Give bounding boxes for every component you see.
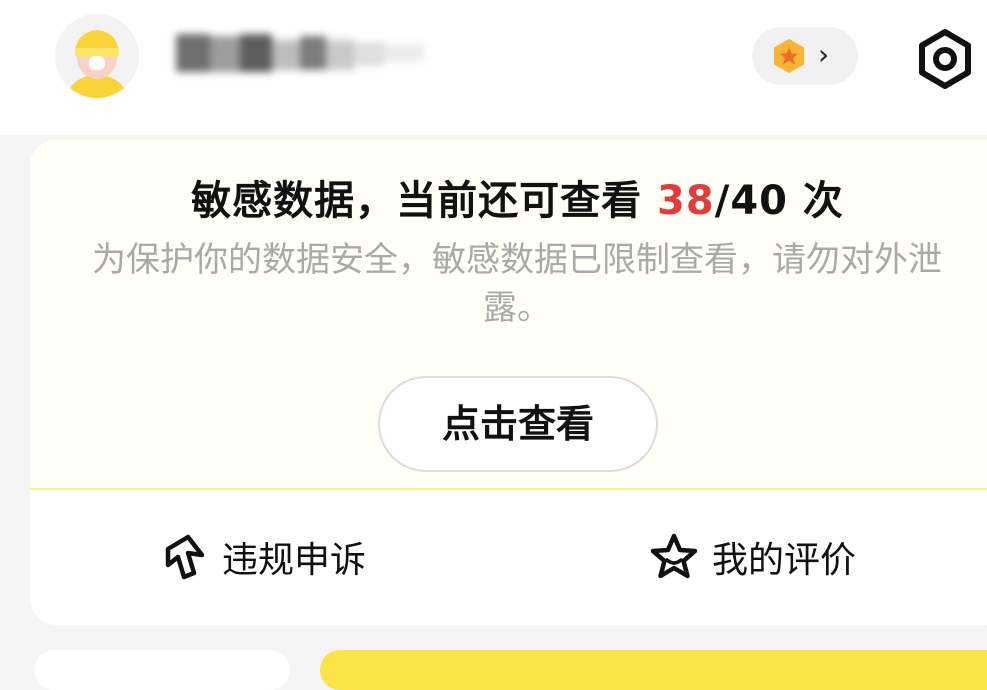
chevron-right-icon: › (818, 38, 830, 71)
sensitive-data-title: 敏感数据，当前还可查看 38/40 次 (0, 168, 987, 226)
divider (30, 488, 987, 490)
remaining-count: 38 (657, 178, 715, 224)
bottom-card-right[interactable] (320, 650, 987, 690)
vip-badge-icon (774, 39, 804, 73)
title-prefix: 敏感数据，当前还可查看 (191, 178, 643, 224)
my-reviews-button[interactable]: 我的评价 (648, 527, 856, 587)
total-count: /40 次 (714, 178, 844, 224)
username (176, 32, 476, 76)
vip-badge[interactable]: › (752, 27, 858, 85)
view-button[interactable]: 点击查看 (378, 376, 658, 472)
complaint-label: 违规申诉 (222, 540, 367, 581)
star-icon (650, 533, 698, 579)
bottom-card-left[interactable] (34, 650, 290, 690)
my-reviews-label: 我的评价 (712, 540, 857, 581)
avatar-image (55, 14, 139, 98)
avatar[interactable] (55, 14, 139, 98)
sensitive-data-description: 为保护你的数据安全，敏感数据已限制查看，请勿对外泄露。 (92, 240, 942, 328)
complaint-icon (165, 534, 205, 580)
settings-hexagon-icon (919, 29, 971, 89)
settings-icon[interactable] (913, 27, 977, 91)
complaint-button[interactable]: 违规申诉 (158, 527, 366, 587)
